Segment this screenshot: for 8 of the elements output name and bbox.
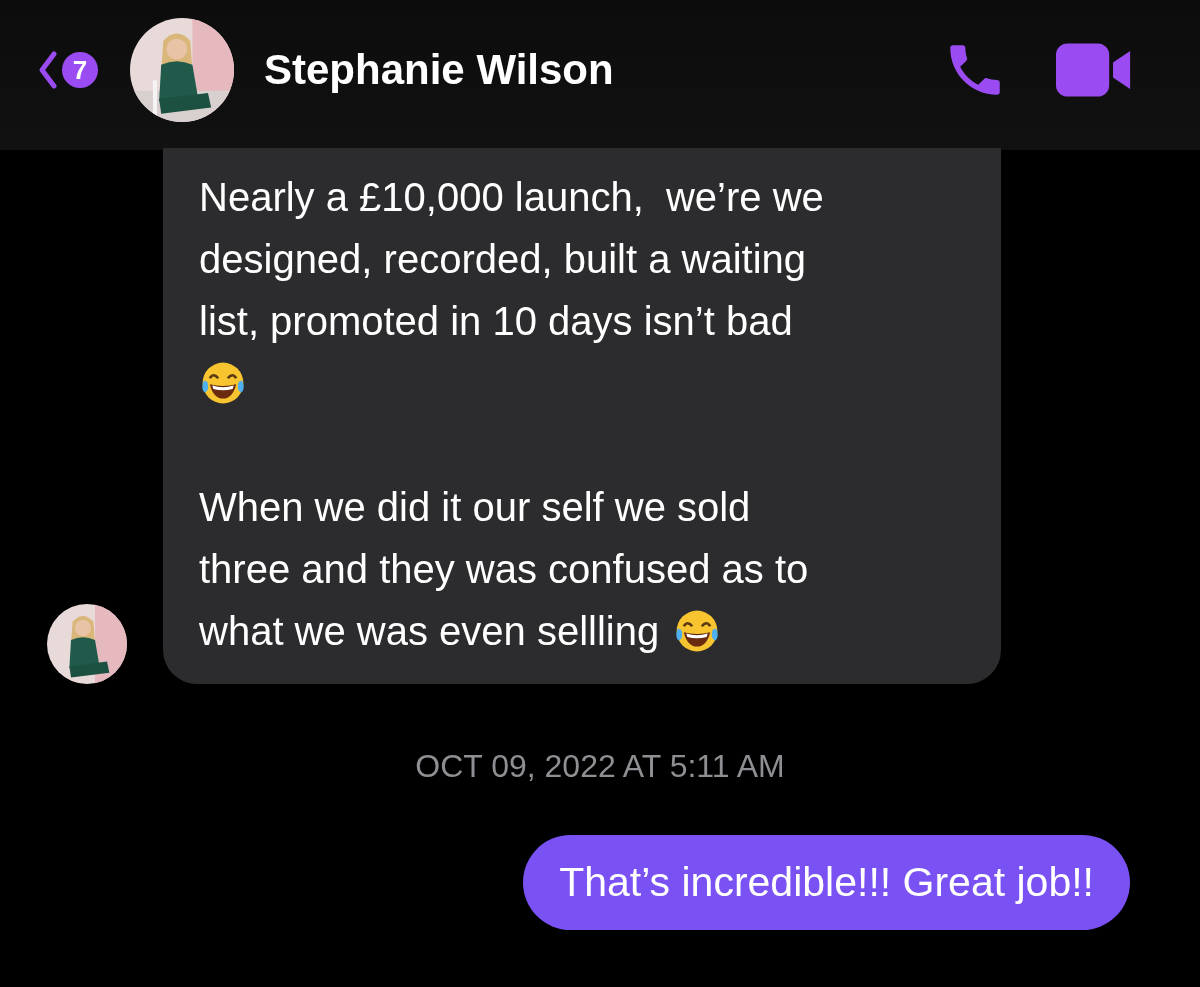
back-icon[interactable] bbox=[38, 50, 58, 90]
timestamp: OCT 09, 2022 AT 5:11 AM bbox=[414, 748, 786, 785]
message-bubble: That’s incredible!!! Great job!! bbox=[523, 835, 1130, 930]
message-text: what we was even sellling bbox=[199, 608, 660, 655]
message-text: Nearly a £10,000 launch, we’re we designed, recorded, built a waiting list, promoted in 10 days isn’t bad bbox=[199, 174, 824, 345]
video-camera-icon[interactable] bbox=[1056, 43, 1132, 97]
contact-name: Stephanie Wilson bbox=[264, 46, 615, 94]
unread-badge: 7 bbox=[62, 52, 98, 88]
